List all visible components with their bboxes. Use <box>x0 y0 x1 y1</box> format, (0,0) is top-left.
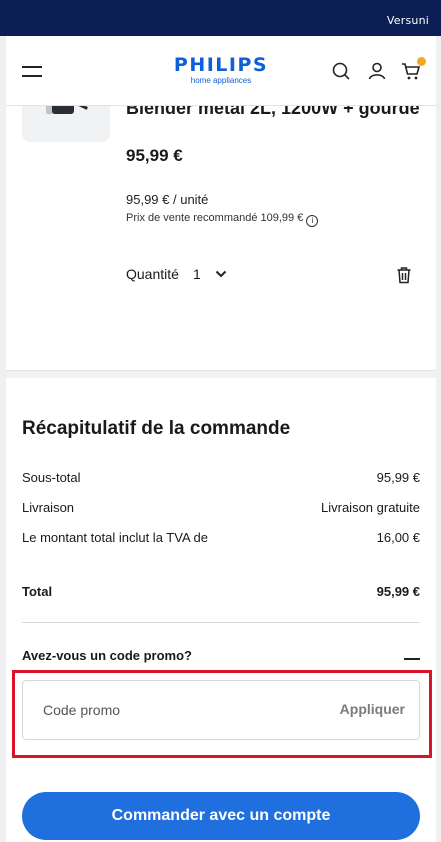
quantity-value: 1 <box>192 266 201 282</box>
philips-logo[interactable]: PHILIPS home appliances <box>156 54 286 85</box>
cart-button[interactable] <box>400 57 426 82</box>
subtotal-label: Sous-total <box>22 470 81 485</box>
site-header: PHILIPS home appliances <box>6 36 436 106</box>
section-divider <box>6 370 436 378</box>
checkout-button[interactable]: Commander avec un compte <box>22 792 420 840</box>
summary-title: Récapitulatif de la commande <box>22 418 291 439</box>
quantity-selector[interactable]: Quantité 1 <box>126 266 227 282</box>
delivery-label: Livraison <box>22 500 75 515</box>
search-icon[interactable] <box>330 60 352 82</box>
cart-badge <box>417 57 426 66</box>
chevron-down-icon <box>215 270 226 278</box>
trash-icon[interactable] <box>396 266 412 284</box>
summary-row-vat: Le montant total inclut la TVA de 16,00 … <box>22 528 420 548</box>
vat-label: Le montant total inclut la TVA de <box>22 530 208 545</box>
logo-word: PHILIPS <box>173 54 269 76</box>
summary-row-subtotal: Sous-total 95,99 € <box>22 468 420 488</box>
total-value: 95,99 € <box>376 584 420 599</box>
minus-icon[interactable] <box>404 658 420 660</box>
summary-row-delivery: Livraison Livraison gratuite <box>22 498 420 518</box>
promo-code-field: Appliquer <box>22 680 420 740</box>
product-price: 95,99 € <box>126 146 183 165</box>
apply-button[interactable]: Appliquer <box>340 701 405 717</box>
promo-question[interactable]: Avez-vous un code promo? <box>22 648 192 663</box>
page-frame: PHILIPS home appliances Blender métal 2L… <box>6 36 436 842</box>
quantity-label: Quantité <box>126 266 179 282</box>
promo-code-input[interactable] <box>33 681 293 739</box>
summary-divider <box>22 622 420 623</box>
top-bar: Versuni <box>0 0 441 36</box>
delivery-value: Livraison gratuite <box>321 500 420 515</box>
menu-icon[interactable] <box>22 66 42 78</box>
subtotal-value: 95,99 € <box>376 470 420 485</box>
logo-subtitle: home appliances <box>190 76 252 85</box>
total-label: Total <box>22 584 53 599</box>
account-icon[interactable] <box>366 60 388 82</box>
order-summary: Récapitulatif de la commande Sous-total … <box>6 378 436 842</box>
recommended-price-text: Prix de vente recommandé 109,99 € <box>126 212 304 224</box>
versuni-brand: Versuni <box>386 14 429 27</box>
summary-row-total: Total 95,99 € <box>22 582 420 602</box>
vat-value: 16,00 € <box>376 530 420 545</box>
unit-price: 95,99 € / unité <box>126 192 209 207</box>
cart-item: Blender métal 2L, 1200W + gourde 95,99 €… <box>6 86 436 370</box>
recommended-price: Prix de vente recommandé 109,99 € i <box>126 212 319 227</box>
info-icon[interactable]: i <box>306 215 319 227</box>
